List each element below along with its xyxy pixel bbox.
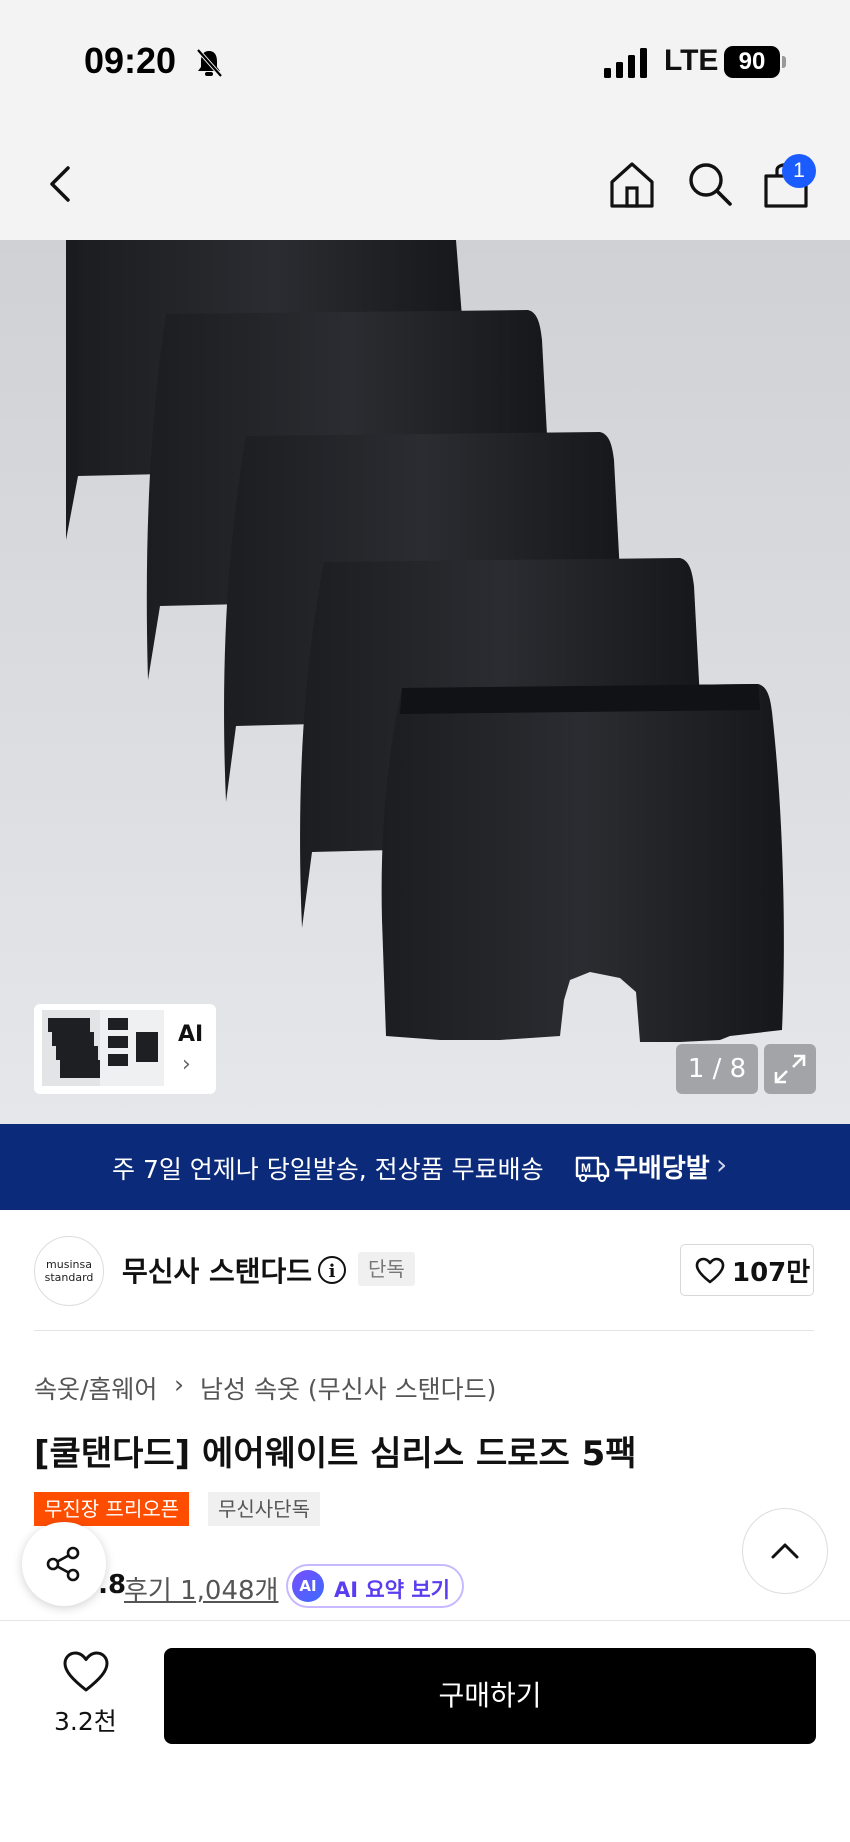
divider	[34, 1330, 814, 1331]
product-title: [쿨탠다드] 에어웨이트 심리스 드로즈 5팩	[34, 1434, 637, 1474]
thumbnail-image-1[interactable]	[42, 1010, 108, 1086]
promo-tag: 무진장 프리오픈	[34, 1492, 190, 1526]
network-type: LTE	[664, 44, 719, 77]
exclusive-badge: 단독	[358, 1252, 415, 1286]
brand-logo-line2: standard	[44, 1271, 94, 1284]
cart-count-badge: 1	[782, 154, 816, 188]
product-image[interactable]	[0, 240, 850, 1124]
expand-icon	[774, 1054, 806, 1084]
brand-logo-line1: musinsa	[46, 1258, 92, 1271]
heart-icon	[695, 1257, 725, 1284]
info-icon[interactable]: i	[318, 1256, 346, 1284]
thumbnail-chevron-icon: ›	[182, 1052, 191, 1077]
reviews-link[interactable]: 후기 1,048개	[124, 1570, 278, 1607]
back-icon[interactable]	[34, 154, 84, 214]
shipping-banner-text: 주 7일 언제나 당일발송, 전상품 무료배송	[112, 1155, 544, 1184]
delivery-truck-icon: M	[575, 1156, 610, 1182]
ai-summary-label: AI 요약 보기	[334, 1578, 450, 1602]
brand-logo[interactable]: musinsa standard	[34, 1236, 104, 1306]
share-icon	[46, 1546, 80, 1582]
battery-level: 90	[724, 46, 780, 78]
brand-name[interactable]: 무신사 스탠다드	[122, 1250, 312, 1290]
scroll-top-button[interactable]	[742, 1508, 828, 1594]
ai-badge-icon: AI	[292, 1570, 324, 1602]
brand-like-count: 107만	[732, 1258, 811, 1288]
signal-icon	[604, 48, 647, 78]
thumbnail-image-2[interactable]	[100, 1010, 164, 1086]
buy-button[interactable]: 구매하기	[164, 1648, 816, 1744]
bell-muted-icon	[196, 48, 223, 78]
wishlist-heart-icon[interactable]	[62, 1650, 110, 1694]
chevron-up-icon	[771, 1543, 799, 1559]
shipping-brand: 무배당발	[614, 1154, 710, 1184]
wishlist-count: 3.2천	[54, 1707, 117, 1736]
image-page-indicator: 1 / 8	[676, 1044, 758, 1094]
status-time: 09:20	[84, 40, 177, 81]
banner-chevron-icon: ›	[716, 1148, 728, 1181]
product-photo	[66, 240, 784, 1042]
battery-tip	[782, 56, 786, 68]
share-button[interactable]	[22, 1522, 106, 1606]
breadcrumb-chevron-icon: ›	[174, 1370, 184, 1399]
expand-button[interactable]	[764, 1044, 816, 1094]
search-icon[interactable]	[680, 154, 740, 214]
ai-thumbnail-label: AI	[178, 1022, 204, 1047]
home-icon[interactable]	[602, 154, 662, 214]
breadcrumb-subcategory[interactable]: 남성 속옷 (무신사 스탠다드)	[200, 1370, 496, 1406]
exclusive-tag: 무신사단독	[208, 1492, 320, 1526]
breadcrumb-category[interactable]: 속옷/홈웨어	[34, 1370, 157, 1406]
svg-text:M: M	[581, 1161, 591, 1175]
